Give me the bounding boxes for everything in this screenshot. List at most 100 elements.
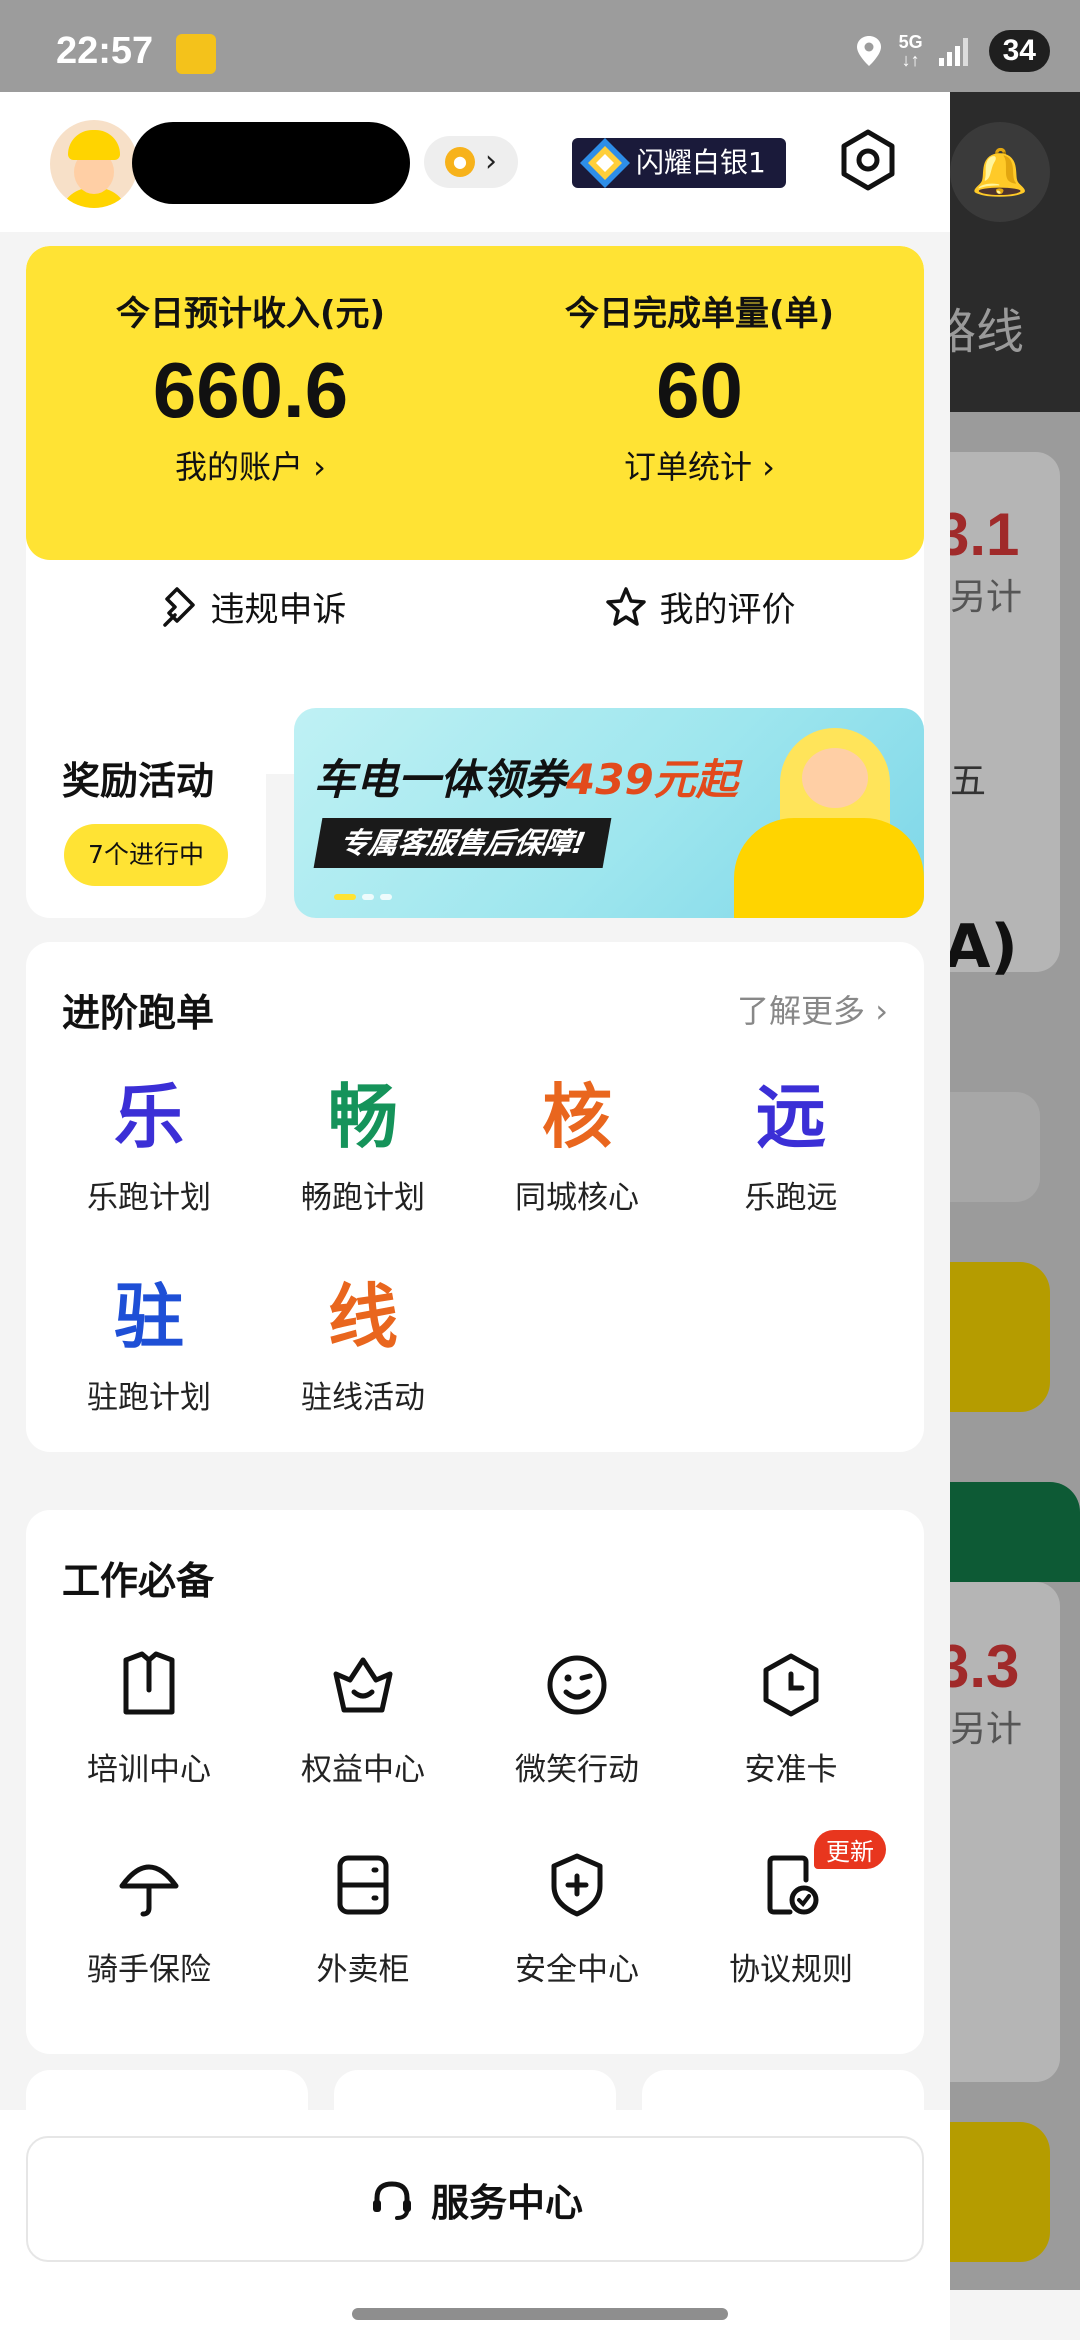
avatar-helmet <box>68 130 120 160</box>
background-route-text: 路线 <box>950 304 1025 360</box>
le-glyph-icon: 乐 <box>114 1076 184 1158</box>
advanced-card: 进阶跑单 了解更多 › 乐 乐跑计划 畅 畅跑计划 核 同城核心 远 乐跑远 驻… <box>26 942 924 1452</box>
advanced-item-le-run[interactable]: 乐 乐跑计划 <box>44 1072 254 1217</box>
status-icons: 5G ↓↑ 34 <box>855 30 1050 72</box>
essentials-item-training[interactable]: 培训中心 <box>44 1640 254 1789</box>
income-summary: 今日预计收入(元) 660.6 我的账户 › 今日完成单量(单) 60 订单统计… <box>26 246 924 560</box>
advanced-item-long-run[interactable]: 远 乐跑远 <box>686 1072 896 1217</box>
redacted-username <box>132 122 410 204</box>
background-header: 🔔 路线 <box>950 92 1080 412</box>
xian-glyph-icon: 线 <box>328 1276 398 1358</box>
orders-label: 今日完成单量(单) <box>564 294 835 334</box>
background-yellow-button <box>950 1262 1050 1412</box>
essentials-item-locker[interactable]: 外卖柜 <box>258 1840 468 1989</box>
advanced-item-label: 乐跑计划 <box>87 1180 211 1216</box>
avatar[interactable] <box>50 120 138 208</box>
essentials-item-safety-card[interactable]: 安准卡 <box>686 1640 896 1789</box>
level-button[interactable]: ● › <box>424 136 518 188</box>
bell-icon: 🔔 <box>950 122 1050 222</box>
advanced-item-label: 同城核心 <box>515 1180 639 1216</box>
clock-shield-icon <box>763 1653 819 1717</box>
advanced-item-label: 驻跑计划 <box>87 1380 211 1416</box>
network-indicator: 5G ↓↑ <box>899 33 923 69</box>
orders-link[interactable]: 订单统计 › <box>475 442 924 488</box>
income-stat[interactable]: 今日预计收入(元) 660.6 我的账户 › <box>26 286 475 488</box>
status-bar: 22:57 5G ↓↑ 34 <box>0 0 1080 92</box>
essentials-item-insurance[interactable]: 骑手保险 <box>44 1840 254 1989</box>
background-green-bar <box>950 1482 1080 1582</box>
background-card-text: 另计 <box>950 577 1023 618</box>
star-icon <box>605 586 646 626</box>
essentials-card: 工作必备 培训中心 权益中心 微笑行动 安准卡 骑手保险 外卖柜 安全中心 更新… <box>26 1510 924 2054</box>
essentials-item-agreements[interactable]: 更新 协议规则 <box>686 1830 896 1989</box>
orders-stat[interactable]: 今日完成单量(单) 60 订单统计 › <box>475 286 924 488</box>
review-button[interactable]: 我的评价 <box>475 582 924 631</box>
battery-indicator: 34 <box>988 30 1050 72</box>
home-indicator[interactable] <box>352 2308 728 2320</box>
service-center-label: 服务中心 <box>430 2180 583 2225</box>
background-card-value: 3.3 <box>950 1633 1020 1700</box>
income-value: 660.6 <box>152 346 349 434</box>
settings-hexagon-icon[interactable] <box>836 128 900 192</box>
locker-icon <box>337 1855 389 1915</box>
essentials-item-benefits[interactable]: 权益中心 <box>258 1640 468 1789</box>
advanced-item-route-activity[interactable]: 线 驻线活动 <box>258 1272 468 1417</box>
essentials-item-label: 外卖柜 <box>316 1952 410 1988</box>
appeal-button[interactable]: 违规申诉 <box>26 582 475 631</box>
essentials-item-label: 权益中心 <box>301 1752 425 1788</box>
background-yellow-button <box>950 2122 1050 2262</box>
smile-icon <box>547 1655 607 1715</box>
essentials-item-label: 协议规则 <box>729 1952 853 1988</box>
shield-plus-icon <box>551 1853 603 1917</box>
hexagon-medal-icon: ● <box>445 147 475 177</box>
side-drawer: ● › 闪耀白银1 今日预计收入(元) 660.6 我的账户 › 今日完成单量(… <box>0 92 950 2340</box>
essentials-item-label: 培训中心 <box>87 1752 211 1788</box>
location-icon <box>856 36 881 66</box>
account-link[interactable]: 我的账户 › <box>26 442 475 488</box>
headset-icon <box>372 2181 411 2220</box>
advanced-item-label: 乐跑远 <box>744 1180 838 1216</box>
advanced-item-label: 畅跑计划 <box>301 1180 425 1216</box>
advanced-title: 进阶跑单 <box>62 991 215 1035</box>
background-check-box <box>950 1092 1040 1202</box>
background-app-panel[interactable]: 🔔 路线 3.1 另计 五 A) 3.3 另计 <box>950 92 1080 2340</box>
essentials-item-label: 安准卡 <box>744 1752 838 1788</box>
chevron-right-icon: › <box>485 144 497 179</box>
essentials-title: 工作必备 <box>62 1559 215 1603</box>
update-badge: 更新 <box>814 1830 886 1869</box>
learn-more-link[interactable]: 了解更多 › <box>737 986 888 1032</box>
diamond-rank-icon <box>580 138 630 188</box>
essentials-item-label: 安全中心 <box>515 1952 639 1988</box>
rank-badge[interactable]: 闪耀白银1 <box>572 138 786 188</box>
he-glyph-icon: 核 <box>542 1076 612 1158</box>
advanced-item-city-core[interactable]: 核 同城核心 <box>472 1072 682 1217</box>
essentials-item-smile[interactable]: 微笑行动 <box>472 1640 682 1789</box>
zhu-glyph-icon: 驻 <box>114 1276 184 1358</box>
advanced-item-smooth-run[interactable]: 畅 畅跑计划 <box>258 1072 468 1217</box>
book-icon <box>123 1651 175 1715</box>
rank-label: 闪耀白银1 <box>636 146 766 179</box>
orders-value: 60 <box>656 346 743 434</box>
essentials-item-label: 骑手保险 <box>87 1952 211 1988</box>
background-card-text: 五 <box>950 761 987 802</box>
background-card-value: 3.1 <box>950 501 1020 568</box>
advanced-item-label: 驻线活动 <box>301 1380 425 1416</box>
essentials-item-label: 微笑行动 <box>515 1752 639 1788</box>
chang-glyph-icon: 畅 <box>328 1076 398 1158</box>
income-label: 今日预计收入(元) <box>115 294 386 334</box>
background-card-text: 另计 <box>950 1709 1023 1750</box>
background-card-text: A) <box>950 912 1018 982</box>
app-notification-icon <box>176 34 216 74</box>
review-label: 我的评价 <box>659 590 796 630</box>
essentials-item-security[interactable]: 安全中心 <box>472 1840 682 1989</box>
umbrella-icon <box>119 1864 179 1917</box>
background-bottom-strip <box>950 2290 1080 2340</box>
network-type: 5G <box>898 32 923 52</box>
service-center-button[interactable]: 服务中心 <box>26 2136 924 2262</box>
yuan-glyph-icon: 远 <box>756 1076 826 1158</box>
status-time: 22:57 <box>56 30 154 72</box>
signal-icon <box>938 38 968 66</box>
network-arrows: ↓↑ <box>901 50 920 70</box>
appeal-icon <box>162 586 195 627</box>
advanced-item-station-run[interactable]: 驻 驻跑计划 <box>44 1272 254 1417</box>
